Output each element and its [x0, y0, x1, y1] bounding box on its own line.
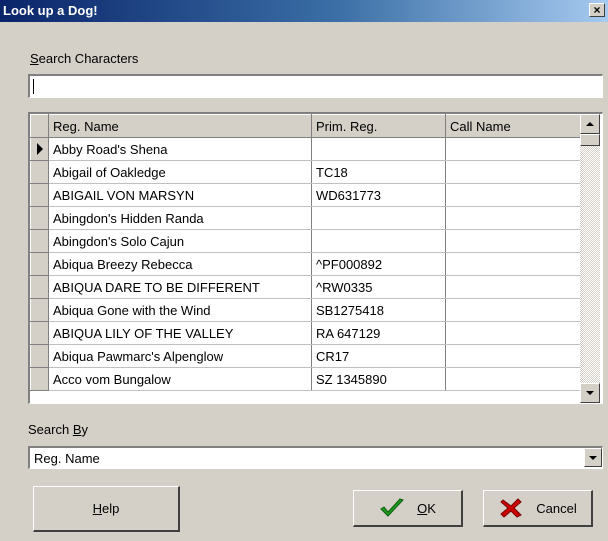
row-indicator[interactable] [30, 367, 49, 391]
cell-reg-name[interactable]: Abigail of Oakledge [48, 160, 312, 184]
row-indicator[interactable] [30, 183, 49, 207]
chevron-down-icon [589, 456, 597, 460]
cell-prim-reg[interactable]: ^PF000892 [311, 252, 446, 276]
column-header-reg-name[interactable]: Reg. Name [48, 114, 312, 138]
search-input[interactable] [28, 74, 603, 98]
cell-prim-reg[interactable] [311, 229, 446, 253]
table-row[interactable]: Abby Road's Shena [30, 137, 581, 161]
table-row[interactable]: Abigail of Oakledge TC18 [30, 160, 581, 184]
cell-prim-reg[interactable]: RA 647129 [311, 321, 446, 345]
cell-prim-reg[interactable]: ^RW0335 [311, 275, 446, 299]
grid-header-row: Reg. Name Prim. Reg. Call Name [30, 114, 581, 138]
close-button[interactable]: × [589, 3, 605, 17]
cell-call-name[interactable] [445, 183, 581, 207]
scroll-up-button[interactable] [580, 114, 600, 134]
scroll-down-button[interactable] [580, 383, 600, 403]
search-by-dropdown[interactable]: Reg. Name [28, 446, 603, 469]
cell-call-name[interactable] [445, 206, 581, 230]
cell-call-name[interactable] [445, 229, 581, 253]
cell-reg-name[interactable]: Abiqua Breezy Rebecca [48, 252, 312, 276]
cell-prim-reg[interactable]: TC18 [311, 160, 446, 184]
row-indicator[interactable] [30, 298, 49, 322]
lookup-dialog: Look up a Dog! × Search Characters Reg. … [0, 0, 608, 541]
text-caret [33, 79, 34, 94]
row-indicator[interactable] [30, 275, 49, 299]
row-indicator[interactable] [30, 206, 49, 230]
cell-call-name[interactable] [445, 298, 581, 322]
table-row[interactable]: Abingdon's Hidden Randa [30, 206, 581, 230]
row-indicator[interactable] [30, 160, 49, 184]
ok-button-label: OK [417, 500, 436, 516]
cell-call-name[interactable] [445, 344, 581, 368]
up-arrow-icon [586, 122, 594, 126]
search-characters-label: Search Characters [30, 51, 139, 66]
cell-prim-reg[interactable]: WD631773 [311, 183, 446, 207]
cell-call-name[interactable] [445, 252, 581, 276]
header-indicator [30, 114, 49, 138]
cell-reg-name[interactable]: Abingdon's Solo Cajun [48, 229, 312, 253]
cell-reg-name[interactable]: ABIGAIL VON MARSYN [48, 183, 312, 207]
dog-results-grid[interactable]: Reg. Name Prim. Reg. Call Name Abby Road… [28, 112, 603, 404]
table-row[interactable]: Abiqua Breezy Rebecca ^PF000892 [30, 252, 581, 276]
row-indicator[interactable] [30, 321, 49, 345]
cancel-button[interactable]: Cancel [483, 490, 593, 527]
cell-reg-name[interactable]: Abingdon's Hidden Randa [48, 206, 312, 230]
column-header-prim-reg[interactable]: Prim. Reg. [311, 114, 446, 138]
dropdown-button[interactable] [584, 448, 602, 467]
cell-prim-reg[interactable] [311, 206, 446, 230]
cell-reg-name[interactable]: Abiqua Pawmarc's Alpenglow [48, 344, 312, 368]
table-row[interactable]: ABIGAIL VON MARSYN WD631773 [30, 183, 581, 207]
table-row[interactable]: ABIQUA LILY OF THE VALLEY RA 647129 [30, 321, 581, 345]
cell-reg-name[interactable]: ABIQUA DARE TO BE DIFFERENT [48, 275, 312, 299]
help-button-label: Help [92, 501, 120, 516]
ok-button[interactable]: OK [353, 490, 463, 527]
current-row-pointer-icon [37, 143, 43, 155]
row-indicator[interactable] [30, 229, 49, 253]
cancel-button-label: Cancel [536, 500, 577, 516]
table-row[interactable]: Acco vom Bungalow SZ 1345890 [30, 367, 581, 391]
cell-reg-name[interactable]: Abby Road's Shena [48, 137, 312, 161]
column-header-call-name[interactable]: Call Name [445, 114, 581, 138]
table-row[interactable]: Abingdon's Solo Cajun [30, 229, 581, 253]
cell-call-name[interactable] [445, 367, 581, 391]
table-row[interactable]: ABIQUA DARE TO BE DIFFERENT ^RW0335 [30, 275, 581, 299]
cancel-x-icon [498, 497, 524, 519]
vertical-scrollbar[interactable] [580, 114, 600, 403]
cell-call-name[interactable] [445, 137, 581, 161]
cell-prim-reg[interactable]: CR17 [311, 344, 446, 368]
down-arrow-icon [586, 391, 594, 395]
cell-call-name[interactable] [445, 275, 581, 299]
grid-body: Abby Road's Shena Abigail of Oakledge TC18… [30, 137, 581, 391]
cell-prim-reg[interactable]: SB1275418 [311, 298, 446, 322]
cell-reg-name[interactable]: Abiqua Gone with the Wind [48, 298, 312, 322]
help-button[interactable]: Help [33, 486, 180, 532]
row-indicator[interactable] [30, 252, 49, 276]
cell-reg-name[interactable]: Acco vom Bungalow [48, 367, 312, 391]
row-indicator[interactable] [30, 344, 49, 368]
cell-call-name[interactable] [445, 160, 581, 184]
cell-reg-name[interactable]: ABIQUA LILY OF THE VALLEY [48, 321, 312, 345]
cell-prim-reg[interactable]: SZ 1345890 [311, 367, 446, 391]
cell-call-name[interactable] [445, 321, 581, 345]
window-title: Look up a Dog! [3, 3, 98, 18]
search-by-selected: Reg. Name [34, 451, 100, 466]
cell-prim-reg[interactable] [311, 137, 446, 161]
checkmark-icon [379, 497, 405, 519]
search-by-label: Search By [28, 422, 88, 437]
table-row[interactable]: Abiqua Gone with the Wind SB1275418 [30, 298, 581, 322]
table-row[interactable]: Abiqua Pawmarc's Alpenglow CR17 [30, 344, 581, 368]
scroll-thumb[interactable] [580, 134, 600, 146]
row-indicator[interactable] [30, 137, 49, 161]
title-bar: Look up a Dog! × [0, 0, 608, 22]
